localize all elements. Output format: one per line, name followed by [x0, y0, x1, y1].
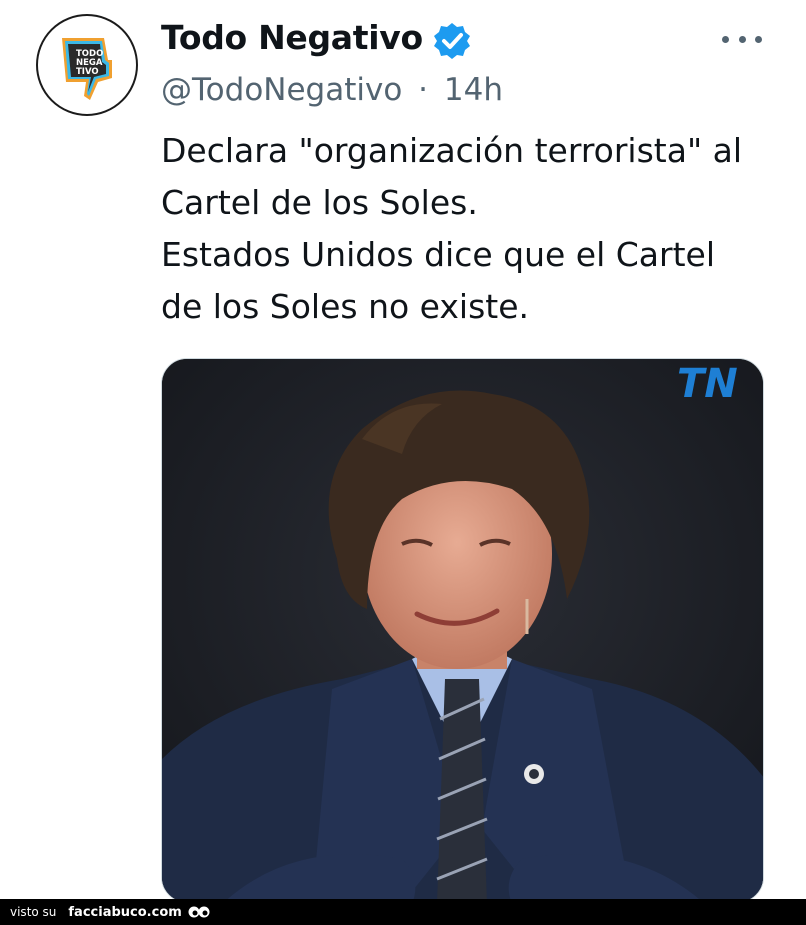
tn-watermark: TN	[677, 361, 738, 407]
more-options-button[interactable]	[722, 24, 762, 54]
author-display-name[interactable]: Todo Negativo	[161, 18, 423, 57]
tweet-text-line: de los Soles no existe.	[161, 287, 530, 326]
tweet-time[interactable]: 14h	[444, 72, 503, 108]
tweet-media-photo[interactable]: TN	[161, 358, 764, 903]
media-illustration: TN	[162, 359, 763, 902]
tweet-text-line: Estados Unidos dice que el Cartel	[161, 235, 715, 274]
separator-dot: ·	[418, 72, 429, 108]
tweet-text: Declara "organización terrorista" al Car…	[161, 125, 781, 333]
tweet-text-line: Cartel de los Soles.	[161, 183, 478, 222]
avatar-line-3: TIVO	[76, 67, 99, 77]
thumbs-down-logo-icon: TODO NEGA TIVO	[39, 17, 135, 113]
avatar[interactable]: TODO NEGA TIVO	[36, 14, 138, 116]
author-handle[interactable]: @TodoNegativo	[161, 72, 402, 108]
footer-prefix: visto su	[10, 905, 57, 919]
verified-badge-icon	[434, 23, 470, 59]
more-dots-icon	[755, 35, 762, 43]
more-dots-icon	[738, 35, 746, 43]
watermark-footer: visto su facciabuco.com	[0, 899, 806, 925]
footer-site[interactable]: facciabuco.com	[68, 905, 181, 920]
handle-time-row: @TodoNegativo · 14h	[161, 72, 503, 108]
eyes-icon	[188, 906, 210, 918]
tweet-text-line: Declara "organización terrorista" al	[161, 131, 742, 170]
more-dots-icon	[722, 35, 729, 43]
